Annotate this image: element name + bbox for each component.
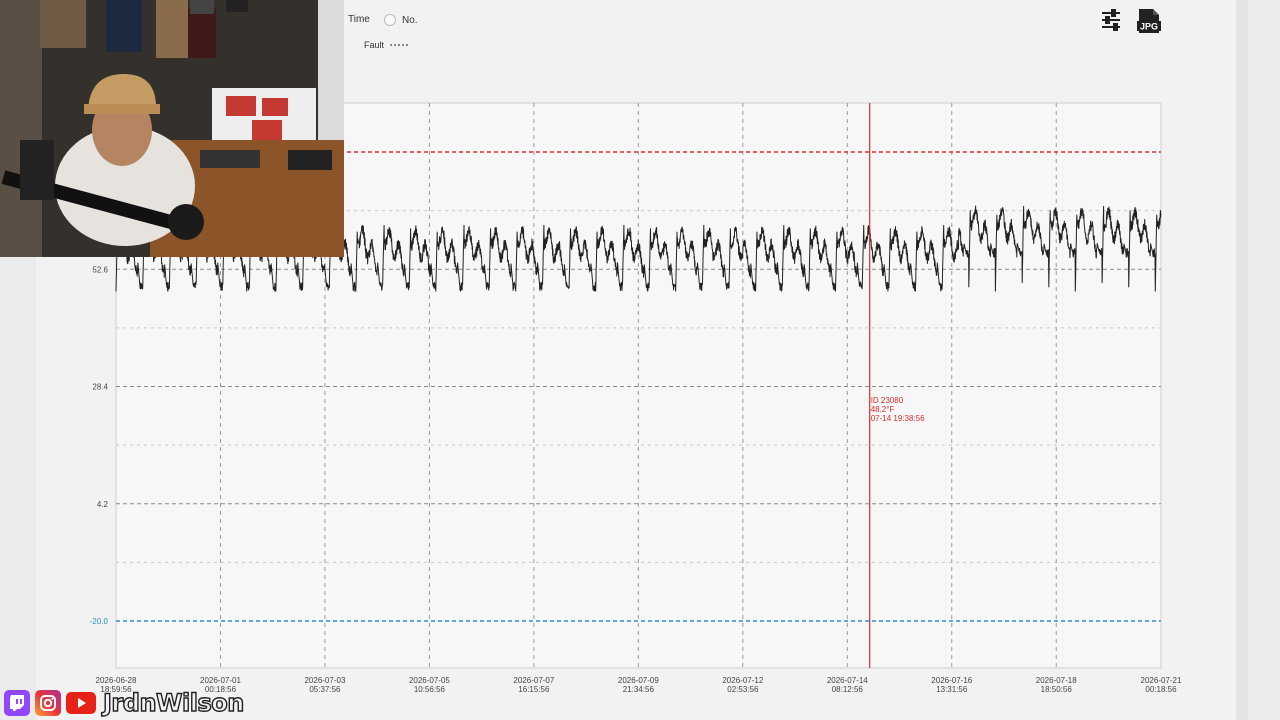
cursor-tooltip-line: 48.2°F [871,405,895,414]
x-tick-time: 10:56:56 [414,685,446,694]
x-tick-date: 2026-07-05 [409,676,450,685]
y-tick-label: 28.4 [92,383,108,392]
x-tick-date: 2026-07-14 [827,676,868,685]
twitch-icon [4,690,30,716]
x-tick-date: 2026-07-03 [304,676,345,685]
x-tick-date: 2026-07-18 [1036,676,1077,685]
cursor-tooltip-line: ID 23080 [871,396,904,405]
youtube-icon [66,692,96,714]
cursor-tooltip-line: 07-14 19:38:56 [871,414,925,423]
x-tick-date: 2026-06-28 [96,676,137,685]
x-tick-time: 00:18:56 [1145,685,1177,694]
x-tick-date: 2026-07-21 [1141,676,1182,685]
channel-handle: JrdnWilson [102,688,245,717]
x-tick-time: 21:34:56 [623,685,655,694]
y-tick-label: 4.2 [97,500,109,509]
x-tick-time: 08:12:56 [832,685,864,694]
x-tick-date: 2026-07-12 [722,676,763,685]
x-tick-date: 2026-07-09 [618,676,659,685]
webcam-overlay [0,0,344,257]
x-tick-date: 2026-07-01 [200,676,241,685]
x-tick-time: 13:31:56 [936,685,968,694]
x-tick-time: 18:50:56 [1041,685,1073,694]
x-tick-time: 16:15:56 [518,685,550,694]
instagram-icon [35,690,61,716]
y-tick-label: -20.0 [90,617,109,626]
x-tick-time: 02:53:56 [727,685,759,694]
social-handle-bar: JrdnWilson [4,688,245,718]
x-tick-date: 2026-07-16 [931,676,972,685]
x-tick-time: 05:37:56 [309,685,341,694]
x-tick-date: 2026-07-07 [513,676,554,685]
y-tick-label: 52.6 [92,265,108,274]
